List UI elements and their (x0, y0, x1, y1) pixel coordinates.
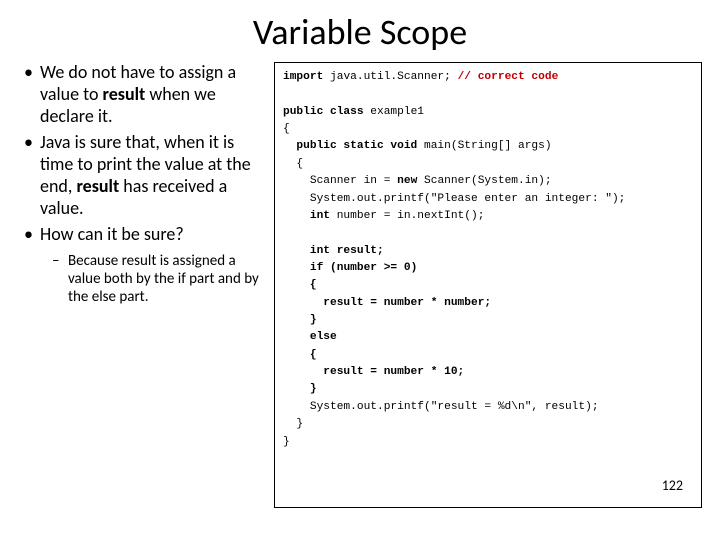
bullet-item: We do not have to assign a value to resu… (22, 62, 260, 128)
code-keyword: (number >= 0) (323, 262, 417, 274)
code-comment: // correct code (458, 71, 559, 83)
code-keyword: result = number * 10; (283, 366, 464, 378)
bullet-column: We do not have to assign a value to resu… (22, 62, 274, 508)
code-text: { (283, 158, 303, 170)
code-block: import java.util.Scanner; // correct cod… (274, 62, 702, 508)
bullet-item: Java is sure that, when it is time to pr… (22, 132, 260, 220)
bullet-bold: result (76, 175, 119, 197)
slide-title: Variable Scope (0, 0, 720, 62)
code-keyword: { (283, 349, 317, 361)
code-keyword: result = number * number; (283, 297, 491, 309)
content-row: We do not have to assign a value to resu… (0, 62, 720, 508)
code-keyword: int (283, 210, 330, 222)
code-keyword: int (283, 245, 330, 257)
code-text: Scanner in = (283, 175, 397, 187)
code-keyword: if (283, 262, 323, 274)
page-number: 122 (662, 475, 683, 497)
code-text: } (283, 436, 290, 448)
bullet-text: How can it be sure? (40, 223, 184, 245)
sub-bullet-item: Because result is assigned a value both … (40, 252, 260, 307)
code-keyword: } (283, 314, 317, 326)
code-keyword: new (397, 175, 417, 187)
code-keyword: } (283, 383, 317, 395)
code-text: number = in.nextInt(); (330, 210, 484, 222)
code-keyword: { (283, 279, 317, 291)
code-keyword: else (283, 331, 337, 343)
code-text: System.out.printf("result = %d\n", resul… (283, 401, 599, 413)
bullet-list: We do not have to assign a value to resu… (22, 62, 260, 307)
code-text: { (283, 123, 290, 135)
code-keyword: public class (283, 106, 364, 118)
bullet-item: How can it be sure? Because result is as… (22, 224, 260, 307)
bullet-bold: result (103, 83, 146, 105)
code-text: Scanner(System.in); (417, 175, 551, 187)
sub-bullet-list: Because result is assigned a value both … (40, 252, 260, 307)
code-keyword: public static void (283, 140, 417, 152)
code-text: example1 (364, 106, 424, 118)
code-text: main(String[] args) (417, 140, 551, 152)
code-keyword: import (283, 71, 323, 83)
code-text: } (283, 418, 303, 430)
code-text: java.util.Scanner; (323, 71, 457, 83)
code-keyword: result; (330, 245, 384, 257)
code-text: System.out.printf("Please enter an integ… (283, 193, 625, 205)
